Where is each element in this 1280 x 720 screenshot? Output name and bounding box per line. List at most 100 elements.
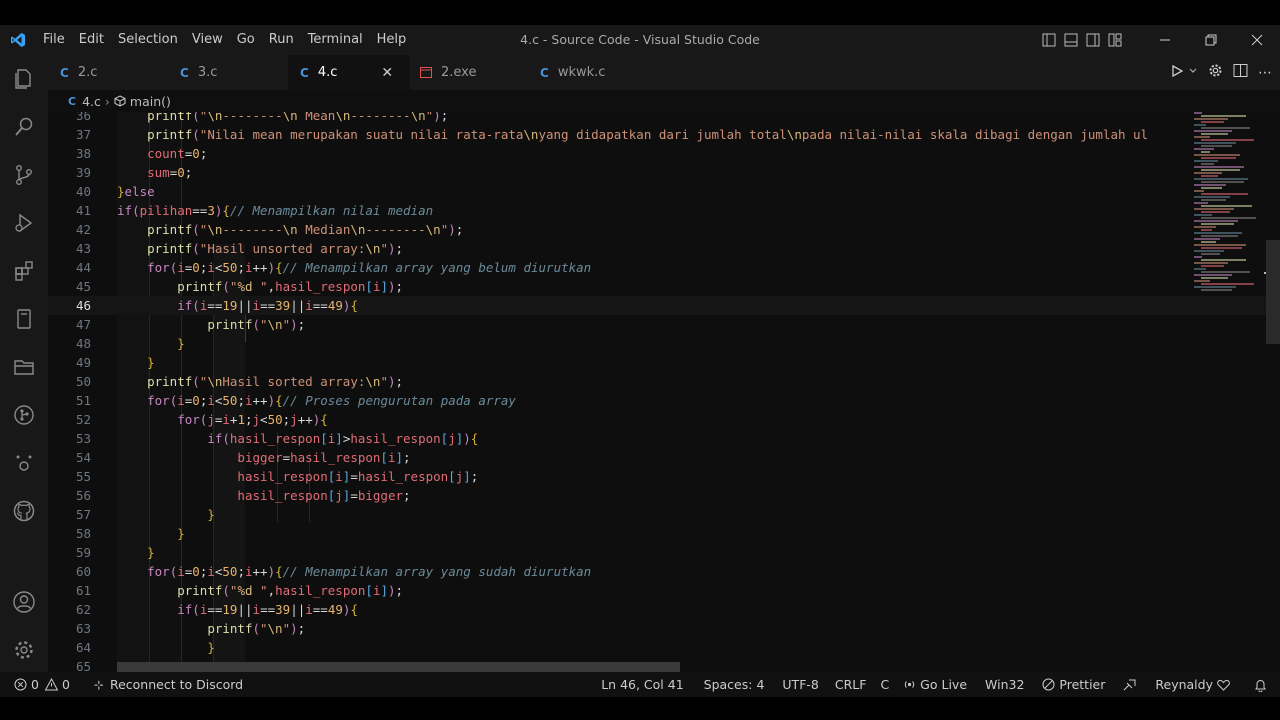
remote-explorer-icon[interactable] [0,295,48,343]
git-graph-icon[interactable] [0,391,48,439]
run-debug-icon[interactable] [0,199,48,247]
code-line[interactable]: 63 printf("\n"); [48,619,1280,638]
prettier-status[interactable]: Prettier [1035,672,1112,697]
code-line[interactable]: 39 sum=0; [48,163,1280,182]
code-line[interactable]: 42 printf("\n--------\n Median\n--------… [48,220,1280,239]
breadcrumb-file[interactable]: 4.c [82,94,101,109]
code-line[interactable]: 38 count=0; [48,144,1280,163]
discord-status[interactable]: ⊹ Reconnect to Discord [87,672,250,697]
settings-icon[interactable] [1208,63,1223,82]
code-line[interactable]: 51 for(i=0;i<50;i++){// Proses penguruta… [48,391,1280,410]
search-icon[interactable] [0,103,48,151]
minimap-line [1194,238,1220,240]
code-line[interactable]: 64 } [48,638,1280,657]
code-line[interactable]: 46 if(i==19||i==39||i==49){ [48,296,1280,315]
c-file-icon: C [180,65,189,80]
menu-view[interactable]: View [185,25,230,55]
code-line[interactable]: 60 for(i=0;i<50;i++){// Menampilkan arra… [48,562,1280,581]
toggle-secondary-sidebar-icon[interactable] [1082,25,1104,55]
line-ending[interactable]: CRLF [828,672,874,697]
toggle-panel-icon[interactable] [1060,25,1082,55]
minimap-line [1201,127,1250,129]
code-line[interactable]: 62 if(i==19||i==39||i==49){ [48,600,1280,619]
code-line[interactable]: 55 hasil_respon[i]=hasil_respon[j]; [48,467,1280,486]
explorer-icon[interactable] [0,55,48,103]
tab-2-exe[interactable]: 2.exe [420,55,530,90]
code-text: } [177,526,185,541]
settings-gear-icon[interactable] [0,626,48,674]
split-editor-icon[interactable] [1233,63,1248,82]
code-text: sum=0; [147,165,193,180]
minimap-line [1201,175,1218,177]
close-tab-icon[interactable]: ✕ [381,65,393,81]
encoding[interactable]: UTF-8 [775,672,825,697]
code-line[interactable]: 47 printf("\n"); [48,315,1280,334]
go-live-button[interactable]: Go Live [896,672,974,697]
menu-help[interactable]: Help [370,25,414,55]
code-text: printf("\n--------\n Mean\n--------\n"); [147,112,449,123]
notifications-bell-icon[interactable] [1247,672,1274,697]
code-text: if(i==19||i==39||i==49){ [177,602,358,617]
minimap-line [1194,184,1226,186]
code-line[interactable]: 44 for(i=0;i<50;i++){// Menampilkan arra… [48,258,1280,277]
menu-selection[interactable]: Selection [111,25,185,55]
code-line[interactable]: 45 printf("%d ",hasil_respon[i]); [48,277,1280,296]
code-line[interactable]: 50 printf("\nHasil sorted array:\n"); [48,372,1280,391]
more-actions-icon[interactable]: ⋯ [1258,65,1272,81]
close-window-icon[interactable] [1234,25,1280,55]
extensions-icon[interactable] [0,247,48,295]
horizontal-scrollbar[interactable] [117,662,680,672]
chevron-down-icon[interactable] [1188,65,1198,80]
project-manager-icon[interactable] [0,343,48,391]
run-code-icon[interactable] [1170,64,1184,82]
menu-edit[interactable]: Edit [72,25,111,55]
code-line[interactable]: 57 } [48,505,1280,524]
code-line[interactable]: 56 hasil_respon[j]=bigger; [48,486,1280,505]
accounts-sync-icon[interactable] [1116,672,1144,697]
github-icon[interactable] [0,487,48,535]
vertical-scrollbar[interactable] [1266,240,1280,344]
code-editor[interactable]: 36 printf("\n--------\n Mean\n--------\n… [48,112,1280,672]
menu-terminal[interactable]: Terminal [301,25,370,55]
live-share-icon[interactable] [0,439,48,487]
code-line[interactable]: 37 printf("Nilai mean merupakan suatu ni… [48,125,1280,144]
minimize-icon[interactable] [1142,25,1188,55]
customize-layout-icon[interactable] [1104,25,1126,55]
cursor-position[interactable]: Ln 46, Col 41 [594,672,690,697]
menu-file[interactable]: File [36,25,72,55]
language-mode[interactable]: C [873,672,896,697]
broadcast-icon [903,678,916,691]
user-status[interactable]: Reynaldy [1148,672,1237,697]
platform[interactable]: Win32 [978,672,1031,697]
tab-label: 3.c [197,65,218,80]
code-line[interactable]: 58 } [48,524,1280,543]
account-icon[interactable] [0,578,48,626]
code-line[interactable]: 48 } [48,334,1280,353]
line-number: 64 [75,640,91,655]
code-line[interactable]: 59 } [48,543,1280,562]
tab-4-c[interactable]: C 4.c ✕ [288,55,410,90]
activity-bar [0,55,48,672]
code-line[interactable]: 54 bigger=hasil_respon[i]; [48,448,1280,467]
code-line[interactable]: 36 printf("\n--------\n Mean\n--------\n… [48,112,1280,125]
code-text: } [147,355,155,370]
tab-3-c[interactable]: C 3.c [180,55,290,90]
code-line[interactable]: 52 for(j=i+1;j<50;j++){ [48,410,1280,429]
code-line[interactable]: 40}else [48,182,1280,201]
indentation[interactable]: Spaces: 4 [697,672,772,697]
code-line[interactable]: 49 } [48,353,1280,372]
tab-wkwk-c[interactable]: Cwkwk.c [540,55,650,90]
menu-run[interactable]: Run [262,25,301,55]
source-control-icon[interactable] [0,151,48,199]
restore-icon[interactable] [1188,25,1234,55]
code-line[interactable]: 43 printf("Hasil unsorted array:\n"); [48,239,1280,258]
code-line[interactable]: 41 if(pilihan==3){// Menampilkan nilai me… [48,201,1280,220]
problems-indicator[interactable]: 0 0 [0,672,77,697]
code-line[interactable]: 61 printf("%d ",hasil_respon[i]); [48,581,1280,600]
breadcrumb-symbol[interactable]: main() [130,94,171,109]
minimap[interactable] [1188,112,1266,292]
menu-go[interactable]: Go [230,25,262,55]
toggle-primary-sidebar-icon[interactable] [1038,25,1060,55]
code-line[interactable]: 53 if(hasil_respon[i]>hasil_respon[j]){ [48,429,1280,448]
tab-2-c[interactable]: C 2.c [60,55,170,90]
